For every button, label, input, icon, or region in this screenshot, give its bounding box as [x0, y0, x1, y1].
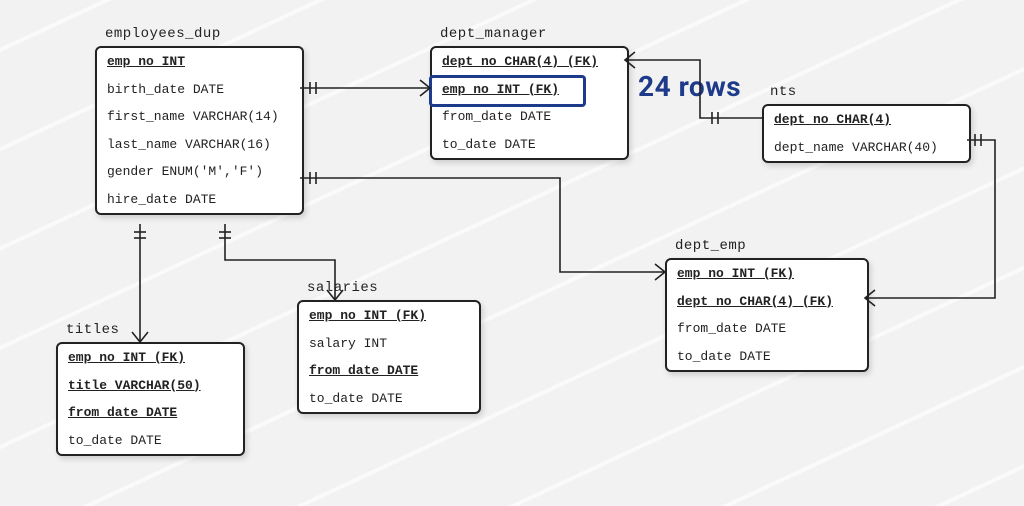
column-row: dept_no CHAR(4)	[764, 106, 969, 134]
column-row: salary INT	[299, 330, 479, 358]
entity-titles: titles emp_no INT (FK) title VARCHAR(50)…	[56, 342, 245, 456]
column-row: gender ENUM('M','F')	[97, 158, 302, 186]
entity-employees-dup: employees_dup emp_no INT birth_date DATE…	[95, 46, 304, 215]
entity-title: titles	[66, 322, 119, 338]
column-row: to_date DATE	[58, 427, 243, 455]
entity-title: employees_dup	[105, 26, 221, 42]
column-row: to_date DATE	[432, 131, 627, 159]
column-row: emp_no INT (FK)	[432, 76, 627, 104]
entity-title: nts	[770, 84, 797, 100]
column-row: emp_no INT	[97, 48, 302, 76]
entity-title: dept_emp	[675, 238, 746, 254]
column-row: to_date DATE	[299, 385, 479, 413]
column-row: emp_no INT (FK)	[299, 302, 479, 330]
column-row: hire_date DATE	[97, 186, 302, 214]
column-row: dept_no CHAR(4) (FK)	[667, 288, 867, 316]
entity-title: dept_manager	[440, 26, 547, 42]
column-row: to_date DATE	[667, 343, 867, 371]
er-diagram-canvas: employees_dup emp_no INT birth_date DATE…	[0, 0, 1024, 506]
column-row: emp_no INT (FK)	[667, 260, 867, 288]
column-row: last_name VARCHAR(16)	[97, 131, 302, 159]
column-row: dept_name VARCHAR(40)	[764, 134, 969, 162]
column-row: from_date DATE	[58, 399, 243, 427]
entity-title: salaries	[307, 280, 378, 296]
column-row: title VARCHAR(50)	[58, 372, 243, 400]
entity-departments: nts dept_no CHAR(4) dept_name VARCHAR(40…	[762, 104, 971, 163]
column-row: dept_no CHAR(4) (FK)	[432, 48, 627, 76]
entity-salaries: salaries emp_no INT (FK) salary INT from…	[297, 300, 481, 414]
column-row: from_date DATE	[299, 357, 479, 385]
entity-dept-manager: dept_manager dept_no CHAR(4) (FK) emp_no…	[430, 46, 629, 160]
column-row: from_date DATE	[667, 315, 867, 343]
column-row: emp_no INT (FK)	[58, 344, 243, 372]
column-row: birth_date DATE	[97, 76, 302, 104]
column-row: first_name VARCHAR(14)	[97, 103, 302, 131]
annotation-row-count: 24 rows	[638, 70, 741, 103]
entity-dept-emp: dept_emp emp_no INT (FK) dept_no CHAR(4)…	[665, 258, 869, 372]
column-row: from_date DATE	[432, 103, 627, 131]
